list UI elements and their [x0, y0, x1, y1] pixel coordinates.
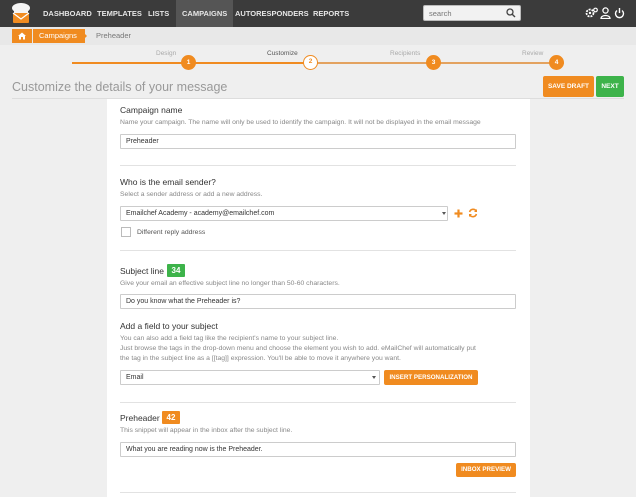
preheader-char-count: 42 [162, 411, 180, 424]
power-icon[interactable] [614, 7, 625, 19]
field-tag-select-value: Email [126, 374, 144, 381]
top-navbar: DASHBOARD TEMPLATES LISTS CAMPAIGNS AUTO… [0, 0, 636, 27]
campaign-name-input[interactable]: Preheader [120, 134, 516, 149]
subject-char-count: 34 [167, 264, 185, 277]
breadcrumb-home[interactable] [12, 29, 32, 43]
section-divider [120, 402, 516, 403]
nav-lists[interactable]: LISTS [142, 0, 175, 27]
sender-label: Who is the email sender? [120, 177, 216, 187]
step-label-review: Review [522, 50, 544, 57]
breadcrumb-campaigns[interactable]: Campaigns [33, 29, 85, 43]
user-icon[interactable] [600, 7, 611, 19]
sender-select[interactable]: Emailchef Academy - academy@emailchef.co… [120, 206, 448, 221]
section-divider [120, 165, 516, 166]
chevron-down-icon [372, 376, 376, 379]
subject-label: Subject line [120, 266, 164, 276]
next-button[interactable]: NEXT [596, 76, 624, 97]
different-reply-label: Different reply address [137, 229, 206, 236]
subject-help: Give your email an effective subject lin… [120, 280, 340, 287]
emailchef-logo-icon[interactable] [8, 2, 34, 24]
step-label-recipients: Recipients [390, 50, 421, 57]
campaign-name-help: Name your campaign. The name will only b… [120, 119, 481, 126]
preheader-input[interactable]: What you are reading now is the Preheade… [120, 442, 516, 457]
field-tag-help-1: You can also add a field tag like the re… [120, 335, 339, 342]
sender-select-value: Emailchef Academy - academy@emailchef.co… [126, 210, 275, 217]
nav-reports[interactable]: REPORTS [307, 0, 355, 27]
field-tag-help-3: the tag in the subject line as a [[tag]]… [120, 355, 401, 362]
subject-input[interactable]: Do you know what the Preheader is? [120, 294, 516, 309]
save-draft-button[interactable]: SAVE DRAFT [543, 76, 594, 97]
preheader-label: Preheader [120, 413, 160, 423]
home-icon [18, 32, 26, 40]
nav-autoresponders[interactable]: AUTORESPONDERS [229, 0, 315, 27]
different-reply-checkbox[interactable] [121, 227, 131, 237]
preheader-help: This snippet will appear in the inbox af… [120, 427, 293, 434]
campaign-name-label: Campaign name [120, 105, 183, 115]
step-design[interactable]: 1 [181, 55, 196, 70]
page-title: Customize the details of your message [12, 80, 228, 94]
nav-templates[interactable]: TEMPLATES [91, 0, 148, 27]
nav-campaigns[interactable]: CAMPAIGNS [176, 0, 234, 27]
inbox-preview-button[interactable]: INBOX PREVIEW [456, 463, 516, 477]
refresh-icon[interactable] [468, 208, 478, 218]
search-icon[interactable] [506, 8, 516, 18]
sender-help: Select a sender address or add a new add… [120, 191, 263, 198]
section-divider [120, 492, 516, 493]
search-box [423, 5, 521, 21]
search-input[interactable] [424, 6, 504, 20]
breadcrumb-arrow [80, 29, 87, 43]
nav-dashboard[interactable]: DASHBOARD [37, 0, 98, 27]
gear-icon[interactable] [585, 7, 598, 19]
step-label-customize: Customize [267, 50, 298, 57]
chevron-down-icon [442, 212, 446, 215]
field-tag-label: Add a field to your subject [120, 321, 218, 331]
step-label-design: Design [156, 50, 177, 57]
insert-personalization-button[interactable]: INSERT PERSONALIZATION [384, 370, 478, 385]
field-tag-select[interactable]: Email [120, 370, 380, 385]
step-review[interactable]: 4 [549, 55, 564, 70]
step-recipients[interactable]: 3 [426, 55, 441, 70]
step-customize[interactable]: 2 [303, 55, 318, 70]
section-divider [120, 250, 516, 251]
field-tag-help-2: Just browse the tags in the drop-down me… [120, 345, 476, 352]
add-sender-icon[interactable] [454, 209, 463, 218]
breadcrumb-current: Preheader [96, 31, 132, 40]
